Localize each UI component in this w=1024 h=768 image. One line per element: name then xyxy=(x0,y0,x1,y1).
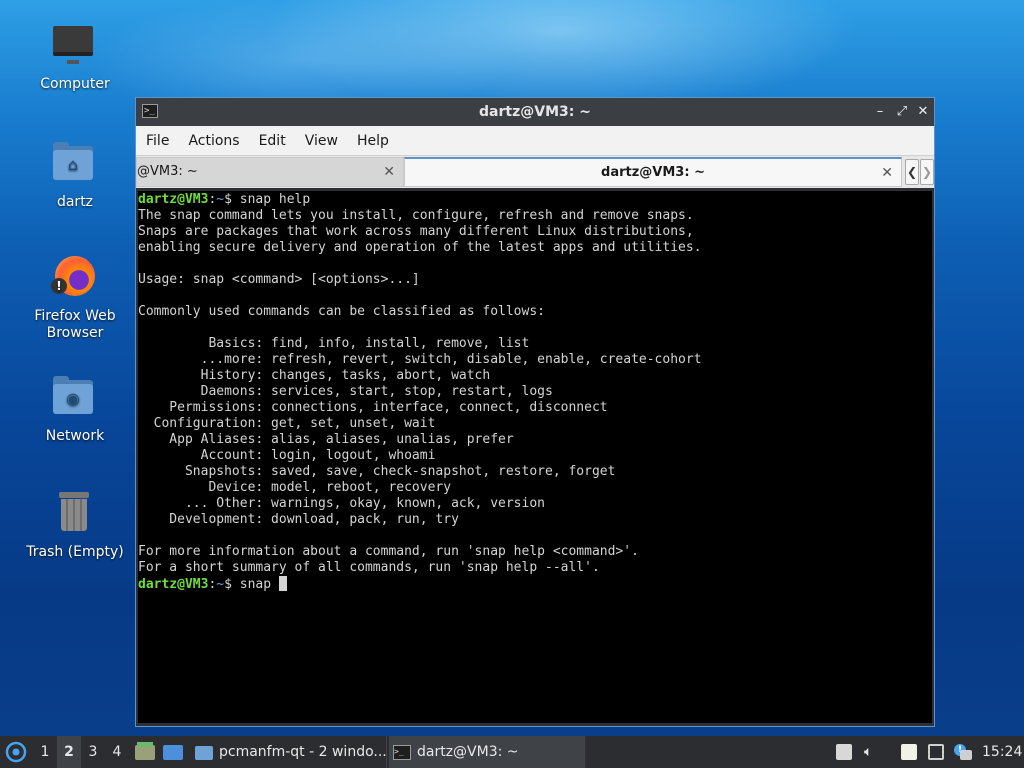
command-output: The snap command lets you install, confi… xyxy=(138,208,932,576)
terminal-output-line: App Aliases: alias, aliases, unalias, pr… xyxy=(138,432,514,447)
text-cursor xyxy=(278,576,287,591)
desktop-icon-firefox[interactable]: ! Firefox Web Browser xyxy=(20,254,130,342)
menu-actions[interactable]: Actions xyxy=(178,126,248,156)
taskbar-task-terminal[interactable]: >_ dartz@VM3: ~ xyxy=(389,736,585,768)
menu-bar: File Actions Edit View Help xyxy=(136,126,934,156)
clipboard-icon[interactable] xyxy=(836,744,852,760)
clock[interactable]: 15:24 xyxy=(982,736,1022,768)
desktop-icon-network[interactable]: ◉ Network xyxy=(20,374,130,445)
home-folder-icon: ⌂ xyxy=(51,140,99,188)
terminal-output-line: enabling secure delivery and operation o… xyxy=(138,240,702,255)
terminal-output-line: ...more: refresh, revert, switch, disabl… xyxy=(138,352,702,367)
desktop-icon-label: Trash (Empty) xyxy=(26,544,124,560)
desktop-icon-computer[interactable]: Computer xyxy=(20,22,130,93)
menu-help[interactable]: Help xyxy=(347,126,398,156)
terminal-output-line: Account: login, logout, whoami xyxy=(138,448,436,463)
command-input-text: snap xyxy=(239,577,279,592)
show-desktop-icon[interactable] xyxy=(161,736,185,768)
tab-1[interactable]: @VM3: ~ ✕ xyxy=(136,157,404,187)
tab-label: @VM3: ~ xyxy=(137,164,198,179)
terminal-output-line: Permissions: connections, interface, con… xyxy=(138,400,608,415)
command-text: snap help xyxy=(239,192,311,207)
folder-icon xyxy=(195,744,213,760)
taskbar: 1 2 3 4 pcmanfm-qt - 2 windo... >_ dartz… xyxy=(0,736,1024,768)
prompt-user: dartz@VM3 xyxy=(138,192,209,207)
desktop-switch-1[interactable]: 1 xyxy=(33,736,57,768)
terminal-output-line: Device: model, reboot, recovery xyxy=(138,480,452,495)
network-status-icon[interactable] xyxy=(928,744,944,760)
terminal-output-line: Configuration: get, set, unset, wait xyxy=(138,416,436,431)
prompt-user: dartz@VM3 xyxy=(138,577,209,592)
menu-view[interactable]: View xyxy=(295,126,347,156)
window-title: dartz@VM3: ~ xyxy=(479,104,591,120)
update-notification-icon[interactable]: ! xyxy=(954,744,972,760)
close-icon[interactable]: ✕ xyxy=(913,102,933,122)
terminal-output-line: History: changes, tasks, abort, watch xyxy=(138,368,491,383)
file-manager-launcher-icon[interactable] xyxy=(133,736,157,768)
tab-label: dartz@VM3: ~ xyxy=(601,165,705,180)
computer-icon xyxy=(51,22,99,70)
tab-bar: @VM3: ~ ✕ dartz@VM3: ~ ✕ ❮ ❯ xyxy=(136,156,934,188)
menu-edit[interactable]: Edit xyxy=(249,126,295,156)
prompt-line: dartz@VM3:~$ snap xyxy=(138,576,932,592)
terminal-output[interactable]: dartz@VM3:~$ snap help The snap command … xyxy=(138,191,932,723)
tab-close-icon[interactable]: ✕ xyxy=(881,159,893,187)
network-folder-icon: ◉ xyxy=(51,374,99,422)
terminal-output-line: Basics: find, info, install, remove, lis… xyxy=(138,336,530,351)
terminal-output-line: Snaps are packages that work across many… xyxy=(138,224,694,239)
desktop-icon-label: Computer xyxy=(40,76,110,92)
volume-icon[interactable]: 🔈︎ xyxy=(864,744,880,760)
minimize-icon[interactable]: – xyxy=(870,102,890,122)
terminal-output-line: Usage: snap <command> [<options>...] xyxy=(138,272,420,287)
desktop-icon-home[interactable]: ⌂ dartz xyxy=(20,140,130,211)
notes-icon[interactable] xyxy=(901,744,917,760)
taskbar-task-pcmanfm[interactable]: pcmanfm-qt - 2 windo... xyxy=(191,736,387,768)
terminal-output-line: For a short summary of all commands, run… xyxy=(138,560,600,575)
terminal-output-line: Commonly used commands can be classified… xyxy=(138,304,545,319)
desktop-switch-4[interactable]: 4 xyxy=(105,736,129,768)
tab-scroll-left-icon[interactable]: ❮ xyxy=(905,159,919,185)
desktop-icon-trash[interactable]: Trash (Empty) xyxy=(20,490,130,561)
prompt-line: dartz@VM3:~$ snap help xyxy=(138,192,311,207)
tab-2-active[interactable]: dartz@VM3: ~ ✕ xyxy=(404,157,902,187)
desktop-icon-label: Firefox Web Browser xyxy=(34,308,116,341)
terminal-output-line: The snap command lets you install, confi… xyxy=(138,208,694,223)
terminal-output-line: ... Other: warnings, okay, known, ack, v… xyxy=(138,496,545,511)
start-menu-icon[interactable] xyxy=(4,736,28,768)
window-titlebar[interactable]: >_ dartz@VM3: ~ – ⤢ ✕ xyxy=(136,98,934,126)
terminal-output-line: For more information about a command, ru… xyxy=(138,544,639,559)
desktop-icon-label: dartz xyxy=(56,194,94,210)
tab-close-icon[interactable]: ✕ xyxy=(383,158,395,186)
warning-badge-icon: ! xyxy=(51,278,67,294)
tab-scroll-right-icon[interactable]: ❯ xyxy=(920,159,934,185)
terminal-icon: >_ xyxy=(393,744,411,760)
terminal-output-line: Snapshots: saved, save, check-snapshot, … xyxy=(138,464,616,479)
menu-file[interactable]: File xyxy=(136,126,178,156)
firefox-icon: ! xyxy=(51,254,99,302)
taskbar-task-label: dartz@VM3: ~ xyxy=(417,744,519,760)
desktop-icon-label: Network xyxy=(45,428,105,444)
trash-icon xyxy=(51,490,99,538)
desktop-switch-2[interactable]: 2 xyxy=(57,736,81,768)
maximize-icon[interactable]: ⤢ xyxy=(892,102,912,122)
terminal-output-line: Daemons: services, start, stop, restart,… xyxy=(138,384,553,399)
terminal-window: >_ dartz@VM3: ~ – ⤢ ✕ File Actions Edit Vie… xyxy=(135,97,935,727)
taskbar-task-label: pcmanfm-qt - 2 windo... xyxy=(219,744,387,760)
desktop-switch-3[interactable]: 3 xyxy=(81,736,105,768)
terminal-output-line: Development: download, pack, run, try xyxy=(138,512,459,527)
